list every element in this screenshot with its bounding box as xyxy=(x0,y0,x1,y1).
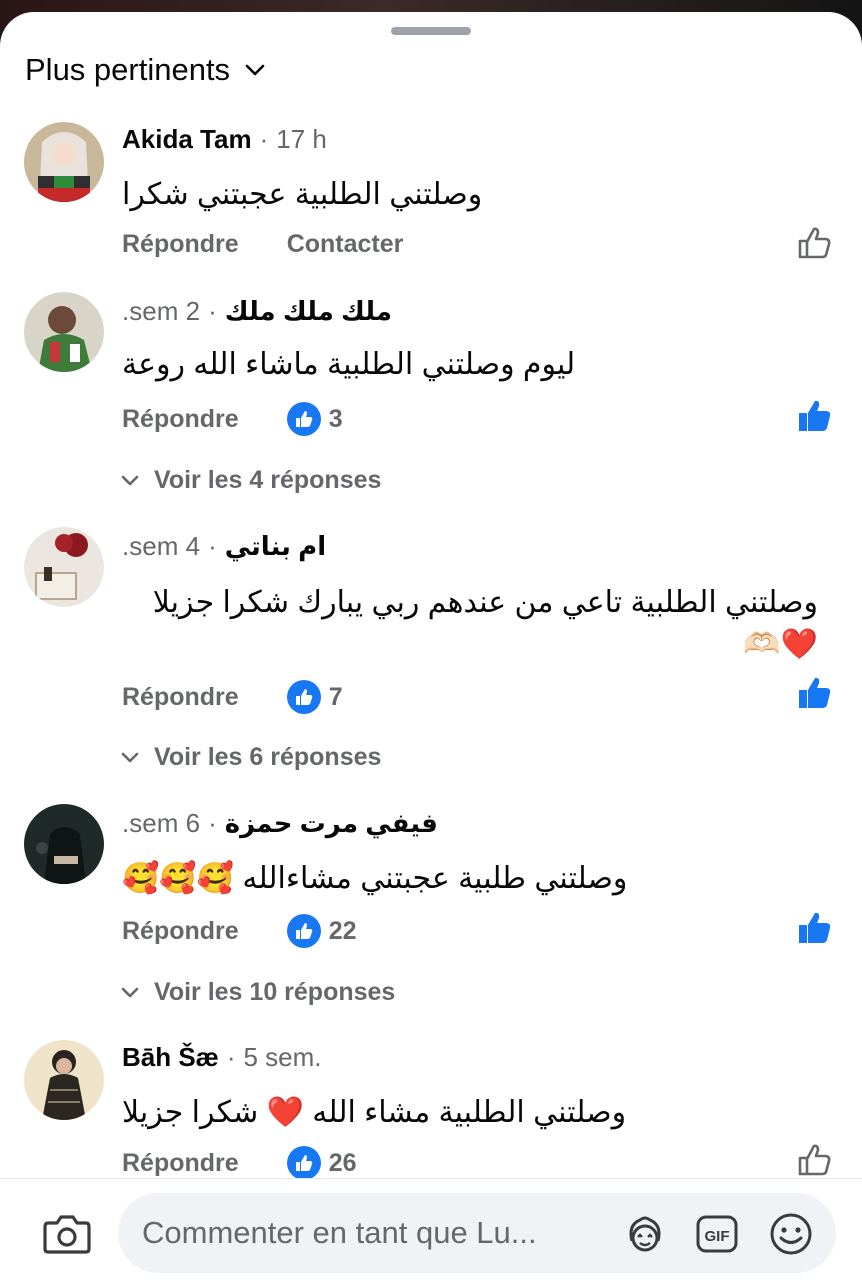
contact-button[interactable]: Contacter xyxy=(287,230,404,259)
comment-time[interactable]: 5 sem. xyxy=(243,1042,321,1073)
comment-author[interactable]: Akida Tam xyxy=(122,124,252,155)
view-replies-label: Voir les 4 réponses xyxy=(154,466,382,494)
reply-button[interactable]: Répondre xyxy=(122,405,239,434)
separator-dot: · xyxy=(208,296,217,326)
emoji-icon[interactable] xyxy=(768,1211,814,1257)
camera-icon[interactable] xyxy=(42,1211,92,1255)
like-outline-icon[interactable] xyxy=(796,1142,832,1178)
avatar[interactable] xyxy=(24,122,104,202)
reply-button[interactable]: Répondre xyxy=(122,230,239,259)
sheet-drag-handle[interactable] xyxy=(391,27,471,35)
comment-text: وصلتني الطلبية عجبتني شكرا xyxy=(122,174,482,216)
comment-meta: ملك ملك ملك · 2 sem. xyxy=(122,296,410,327)
reaction-summary[interactable]: 7 xyxy=(286,680,343,714)
comment-input[interactable]: Commenter en tant que Lu... GIF xyxy=(118,1193,836,1273)
comment-meta: ام بناتي · 4 sem. xyxy=(122,531,326,562)
comment-text-content: وصلتني الطلبية عجبتني شكرا xyxy=(122,178,483,211)
comment-time[interactable]: 6 sem. xyxy=(122,808,200,839)
separator-dot: · xyxy=(226,1042,236,1072)
comment-input-placeholder: Commenter en tant que Lu... xyxy=(142,1215,537,1250)
comment-actions: Répondre Contacter xyxy=(122,230,403,259)
comment-author[interactable]: ام بناتي xyxy=(225,531,326,562)
like-outline-icon[interactable] xyxy=(796,225,832,261)
reaction-summary[interactable]: 22 xyxy=(286,914,357,948)
comment-text: ليوم وصلتني الطلبية ماشاء الله روعة xyxy=(122,344,575,386)
comment-actions: Répondre 26 xyxy=(122,1146,357,1180)
comment-text-content: وصلتني طلبية عجبتني مشاءالله 🥰🥰🥰 xyxy=(122,862,628,895)
sort-label: Plus pertinents xyxy=(25,52,231,87)
avatar[interactable] xyxy=(24,292,104,372)
reaction-count: 3 xyxy=(328,404,343,433)
svg-text:GIF: GIF xyxy=(705,1228,730,1245)
comment-author[interactable]: فيفي مرت حمزة xyxy=(225,808,438,839)
comment-text-content: وصلتني الطلبية تاعي من عندهم ربي يبارك ش… xyxy=(152,586,818,661)
comment-author[interactable]: ملك ملك ملك xyxy=(225,296,392,327)
separator-dot: · xyxy=(208,531,217,561)
comment-time[interactable]: 2 sem. xyxy=(122,296,200,327)
avatar[interactable] xyxy=(24,527,104,607)
like-filled-icon[interactable] xyxy=(796,910,832,946)
reaction-summary[interactable]: 26 xyxy=(286,1146,357,1180)
gif-icon[interactable]: GIF xyxy=(694,1211,740,1257)
reaction-count: 26 xyxy=(328,1148,357,1177)
like-reaction-icon xyxy=(286,1146,321,1180)
like-reaction-icon xyxy=(286,402,321,436)
like-reaction-icon xyxy=(286,914,321,948)
sort-dropdown[interactable]: Plus pertinents xyxy=(25,52,266,88)
separator-dot: · xyxy=(259,124,269,154)
view-replies-label: Voir les 10 réponses xyxy=(154,978,396,1006)
reply-button[interactable]: Répondre xyxy=(122,683,239,712)
view-replies-label: Voir les 6 réponses xyxy=(154,743,382,771)
comment-composer: Commenter en tant que Lu... GIF xyxy=(0,1178,862,1281)
view-replies-link[interactable]: Voir les 6 réponses xyxy=(120,743,381,772)
reaction-count: 7 xyxy=(328,682,343,711)
like-filled-icon[interactable] xyxy=(796,398,832,434)
comment-text-content: ليوم وصلتني الطلبية ماشاء الله روعة xyxy=(122,348,576,381)
comment-actions: Répondre 22 xyxy=(122,914,357,948)
comment-text: وصلتني الطلبية تاعي من عندهم ربي يبارك ش… xyxy=(122,582,818,666)
chevron-down-icon xyxy=(245,64,265,76)
chevron-down-icon xyxy=(121,752,139,762)
view-replies-link[interactable]: Voir les 4 réponses xyxy=(120,466,381,495)
avatar-sticker-icon[interactable] xyxy=(622,1211,668,1257)
comment-actions: Répondre 7 xyxy=(122,680,343,714)
avatar[interactable] xyxy=(24,1040,104,1120)
reaction-count: 22 xyxy=(328,916,357,945)
comments-sheet: Plus pertinents Akida Tam · 17 h وصلتني … xyxy=(0,12,862,1280)
chevron-down-icon xyxy=(121,475,139,485)
comment-text-content: وصلتني الطلبية مشاء الله ❤️ شكرا جزيلا xyxy=(122,1096,627,1129)
chevron-down-icon xyxy=(121,987,139,997)
view-replies-link[interactable]: Voir les 10 réponses xyxy=(120,978,395,1007)
comment-text: وصلتني طلبية عجبتني مشاءالله 🥰🥰🥰 xyxy=(122,858,627,900)
like-reaction-icon xyxy=(286,680,321,714)
like-filled-icon[interactable] xyxy=(796,675,832,711)
comment-meta: فيفي مرت حمزة · 6 sem. xyxy=(122,808,438,839)
comment-time[interactable]: 17 h xyxy=(276,124,327,155)
avatar[interactable] xyxy=(24,804,104,884)
comment-meta: Akida Tam · 17 h xyxy=(122,124,327,155)
comment-time[interactable]: 4 sem. xyxy=(122,531,200,562)
separator-dot: · xyxy=(208,808,217,838)
reply-button[interactable]: Répondre xyxy=(122,1149,239,1178)
reaction-summary[interactable]: 3 xyxy=(286,402,343,436)
comment-text: وصلتني الطلبية مشاء الله ❤️ شكرا جزيلا xyxy=(122,1092,626,1134)
comment-actions: Répondre 3 xyxy=(122,402,343,436)
comment-author[interactable]: Bāh Šæ xyxy=(122,1042,219,1073)
reply-button[interactable]: Répondre xyxy=(122,917,239,946)
comment-meta: Bāh Šæ · 5 sem. xyxy=(122,1042,322,1073)
